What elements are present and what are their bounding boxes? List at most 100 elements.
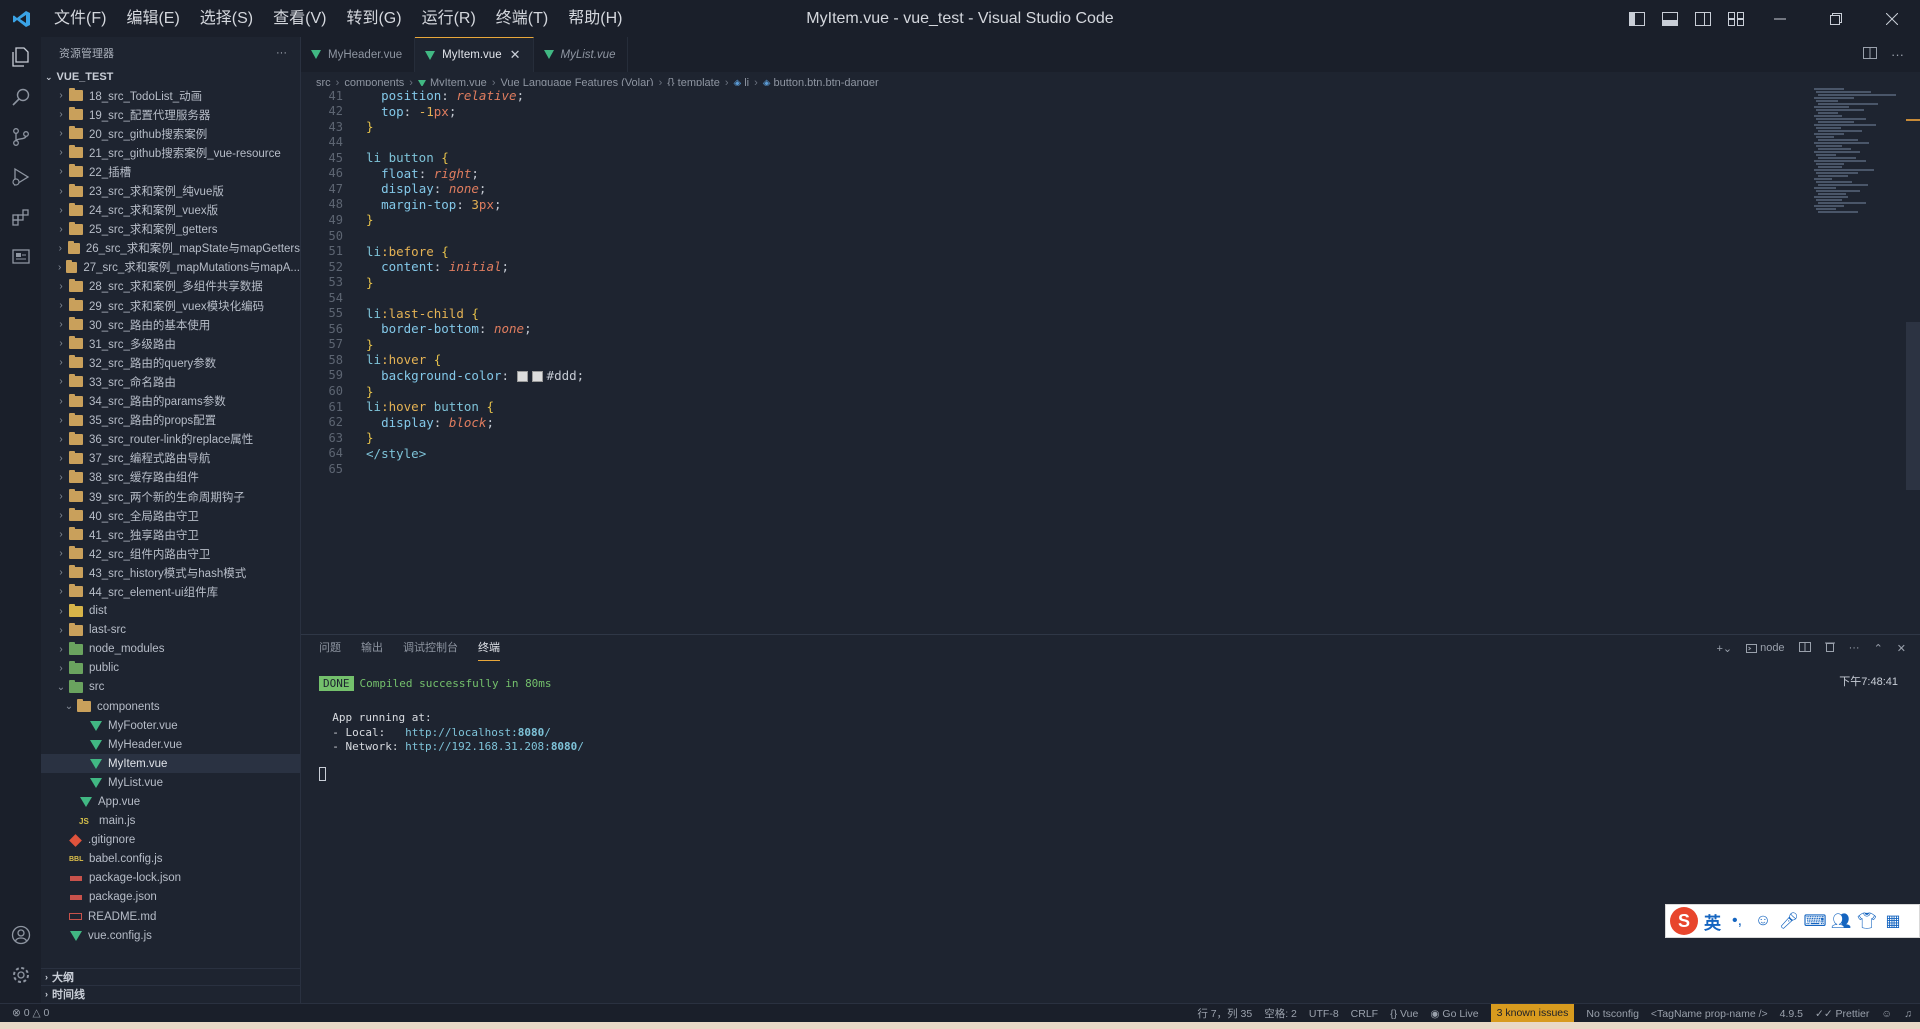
run-debug-icon[interactable] xyxy=(0,157,41,197)
tree-item[interactable]: › node_modules xyxy=(41,640,300,659)
toggle-sidebar-icon[interactable] xyxy=(1620,0,1653,37)
cursor-position[interactable]: 行 7，列 35 xyxy=(1197,1006,1252,1021)
search-icon[interactable] xyxy=(0,77,41,117)
punctuation-icon[interactable]: •, xyxy=(1727,911,1747,931)
panel-tab[interactable]: 输出 xyxy=(361,635,383,661)
go-live-button[interactable]: ◉ Go Live xyxy=(1430,1008,1478,1020)
panel-tab[interactable]: 终端 xyxy=(478,635,500,661)
color-swatch[interactable] xyxy=(531,370,543,382)
panel-more-icon[interactable]: ··· xyxy=(1849,642,1860,654)
tree-item[interactable]: MyItem.vue xyxy=(41,754,300,774)
tree-item[interactable]: › 42_src_组件内路由守卫 xyxy=(41,544,300,563)
tree-item[interactable]: MyFooter.vue xyxy=(41,716,300,735)
tree-item[interactable]: package.json xyxy=(41,888,300,907)
tree-item[interactable]: › 35_src_路由的props配置 xyxy=(41,411,300,430)
microphone-icon[interactable]: 🎤︎ xyxy=(1779,911,1799,931)
tree-item[interactable]: › 36_src_router-link的replace属性 xyxy=(41,430,300,449)
minimize-icon[interactable] xyxy=(1752,0,1808,37)
tab-myheader-vue[interactable]: MyHeader.vue xyxy=(301,37,416,72)
tree-item[interactable]: package-lock.json xyxy=(41,869,300,888)
tree-item[interactable]: › 29_src_求和案例_vuex模块化编码 xyxy=(41,296,300,315)
account-icon[interactable] xyxy=(0,915,41,955)
tree-item[interactable]: › 38_src_缓存路由组件 xyxy=(41,468,300,487)
menu-item[interactable]: 文件(F) xyxy=(44,0,116,37)
tree-item[interactable]: › 39_src_两个新的生命周期钩子 xyxy=(41,487,300,506)
color-swatch[interactable] xyxy=(516,370,528,382)
keyboard-icon[interactable]: ⌨ xyxy=(1803,911,1826,931)
known-issues-badge[interactable]: 3 known issues xyxy=(1490,1004,1575,1023)
tree-item[interactable]: › 19_src_配置代理服务器 xyxy=(41,105,300,124)
tree-item[interactable]: › 27_src_求和案例_mapMutations与mapA... xyxy=(41,258,300,277)
tree-item[interactable]: › 40_src_全局路由守卫 xyxy=(41,506,300,525)
tree-item[interactable]: › 33_src_命名路由 xyxy=(41,372,300,391)
outline-section[interactable]: › 大纲 xyxy=(41,968,301,985)
tree-item[interactable]: vue.config.js xyxy=(41,926,300,945)
tree-item[interactable]: › 26_src_求和案例_mapState与mapGetters xyxy=(41,239,300,258)
tree-item[interactable]: › 37_src_编程式路由导航 xyxy=(41,449,300,468)
user-icon[interactable]: 👥︎ xyxy=(1831,911,1851,931)
tree-item[interactable]: ⌄ src xyxy=(41,678,300,697)
menu-item[interactable]: 选择(S) xyxy=(190,0,263,37)
tree-item[interactable]: › 32_src_路由的query参数 xyxy=(41,353,300,372)
prettier-status[interactable]: ✓✓ Prettier xyxy=(1815,1008,1869,1020)
tree-item[interactable]: › dist xyxy=(41,602,300,621)
code-editor[interactable]: 41 position: relative; 42 top: -1px; 43} 44… xyxy=(301,86,1920,634)
split-terminal-icon[interactable] xyxy=(1798,641,1811,655)
menu-item[interactable]: 查看(V) xyxy=(263,0,336,37)
tree-item[interactable]: › 43_src_history模式与hash模式 xyxy=(41,563,300,582)
tree-item[interactable]: › 31_src_多级路由 xyxy=(41,334,300,353)
ts-version[interactable]: 4.9.5 xyxy=(1780,1008,1803,1020)
extensions-icon[interactable] xyxy=(0,197,41,237)
emoji-icon[interactable]: ☺ xyxy=(1753,911,1773,931)
encoding[interactable]: UTF-8 xyxy=(1309,1008,1339,1020)
language-mode[interactable]: {} Vue xyxy=(1390,1008,1418,1020)
tree-item[interactable]: › 22_插槽 xyxy=(41,162,300,181)
tree-item[interactable]: App.vue xyxy=(41,792,300,811)
tree-item[interactable]: › 21_src_github搜索案例_vue-resource xyxy=(41,143,300,162)
tree-item[interactable]: › 30_src_路由的基本使用 xyxy=(41,315,300,334)
maximize-panel-icon[interactable]: ⌃ xyxy=(1874,642,1883,655)
workspace-root[interactable]: ⌄ VUE_TEST xyxy=(41,69,300,86)
new-terminal-icon[interactable]: +⌄ xyxy=(1716,642,1732,655)
menu-item[interactable]: 运行(R) xyxy=(412,0,486,37)
tree-item[interactable]: › 44_src_element-ui组件库 xyxy=(41,582,300,601)
more-actions-icon[interactable]: ··· xyxy=(276,47,287,59)
notifications-bell-icon[interactable]: ♫ xyxy=(1904,1008,1912,1020)
tagname-style[interactable]: <TagName prop-name /> xyxy=(1651,1008,1768,1020)
panel-tab[interactable]: 调试控制台 xyxy=(403,635,458,661)
restore-icon[interactable] xyxy=(1808,0,1864,37)
tree-item[interactable]: › 20_src_github搜索案例 xyxy=(41,124,300,143)
close-panel-icon[interactable]: ✕ xyxy=(1897,642,1906,655)
tree-item[interactable]: › 28_src_求和案例_多组件共享数据 xyxy=(41,277,300,296)
ime-toolbar[interactable]: S 英 •, ☺ 🎤︎ ⌨ 👥︎ 👕︎ ▦ xyxy=(1665,904,1920,938)
tree-item[interactable]: › 23_src_求和案例_纯vue版 xyxy=(41,181,300,200)
toggle-panel-icon[interactable] xyxy=(1653,0,1686,37)
line-ending[interactable]: CRLF xyxy=(1351,1008,1378,1020)
tree-item[interactable]: › last-src xyxy=(41,621,300,640)
tree-item[interactable]: MyList.vue xyxy=(41,773,300,792)
menu-item[interactable]: 终端(T) xyxy=(486,0,558,37)
editor-more-icon[interactable]: ··· xyxy=(1891,47,1904,62)
tree-item[interactable]: › 25_src_求和案例_getters xyxy=(41,220,300,239)
tab-myitem-vue[interactable]: MyItem.vue ✕ xyxy=(415,37,534,72)
skin-icon[interactable]: 👕︎ xyxy=(1857,911,1877,931)
tree-item[interactable]: › 18_src_TodoList_动画 xyxy=(41,86,300,105)
settings-gear-icon[interactable] xyxy=(0,955,41,995)
source-control-icon[interactable] xyxy=(0,117,41,157)
problems-indicator[interactable]: ⊗ 0 △ 0 xyxy=(12,1007,49,1019)
explorer-icon[interactable] xyxy=(0,37,41,77)
ime-language-toggle[interactable]: 英 xyxy=(1704,909,1721,934)
menu-item[interactable]: 编辑(E) xyxy=(116,0,189,37)
tab-mylist-vue[interactable]: MyList.vue xyxy=(534,37,629,72)
menu-item[interactable]: 转到(G) xyxy=(336,0,411,37)
editor-scrollbar[interactable] xyxy=(1906,322,1920,490)
close-tab-icon[interactable]: ✕ xyxy=(510,47,521,63)
tree-item[interactable]: › 24_src_求和案例_vuex版 xyxy=(41,201,300,220)
tree-item[interactable]: MyHeader.vue xyxy=(41,735,300,754)
network-url[interactable]: http://192.168.31.208:8080/ xyxy=(405,740,584,753)
terminal-shell-icon[interactable]: node xyxy=(1746,642,1785,654)
tree-item[interactable]: JS main.js xyxy=(41,812,300,831)
toolbox-icon[interactable]: ▦ xyxy=(1883,911,1903,931)
tree-item[interactable]: › public xyxy=(41,659,300,678)
panel-tab[interactable]: 问题 xyxy=(319,635,341,661)
